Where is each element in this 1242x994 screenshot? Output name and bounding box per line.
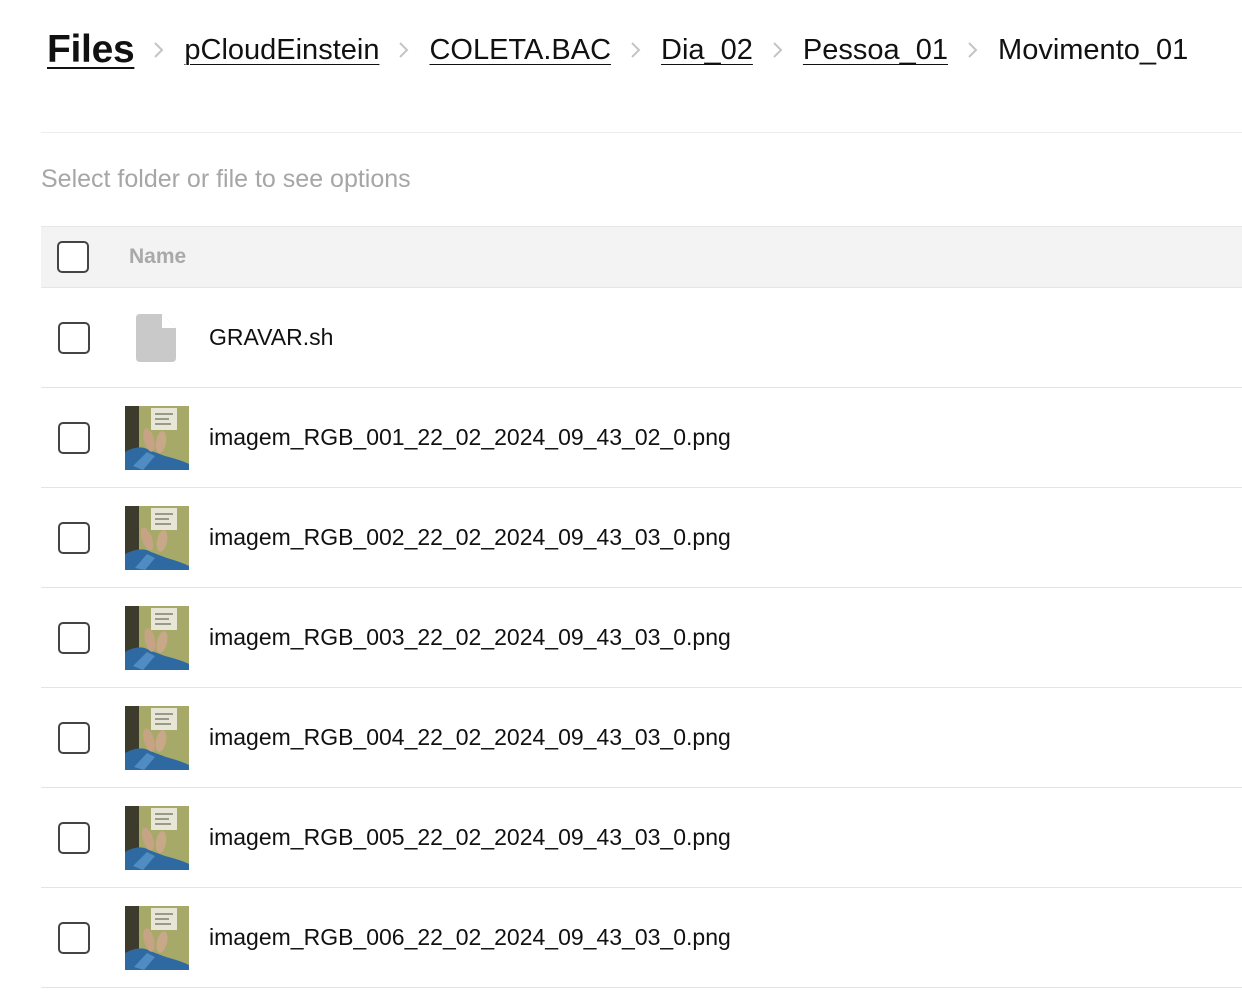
row-checkbox[interactable]: [58, 821, 90, 854]
table-row[interactable]: imagem_RGB_006_22_02_2024_09_43_03_0.png: [41, 888, 1242, 988]
image-thumbnail: [125, 505, 189, 570]
breadcrumb-item-coleta-bac[interactable]: COLETA.BAC: [429, 34, 611, 67]
breadcrumb: Files pCloudEinstein COLETA.BAC Dia_02 P…: [47, 22, 1188, 78]
row-checkbox[interactable]: [58, 621, 90, 654]
row-checkbox[interactable]: [58, 421, 90, 454]
file-table: Name GRAVAR.sh imagem_RGB_001_22_02_2024…: [41, 226, 1242, 988]
file-name[interactable]: imagem_RGB_005_22_02_2024_09_43_03_0.png: [209, 824, 731, 851]
column-header-name[interactable]: Name: [129, 245, 186, 269]
image-thumbnail: [125, 405, 189, 470]
chevron-right-icon: [134, 40, 184, 60]
options-bar: Select folder or file to see options: [41, 132, 1242, 226]
row-checkbox[interactable]: [58, 321, 90, 354]
table-row[interactable]: GRAVAR.sh: [41, 288, 1242, 388]
table-row[interactable]: imagem_RGB_004_22_02_2024_09_43_03_0.png: [41, 688, 1242, 788]
breadcrumb-item-pcloudeinstein[interactable]: pCloudEinstein: [184, 34, 379, 67]
file-icon: [125, 306, 189, 370]
chevron-right-icon: [611, 40, 661, 60]
breadcrumb-item-dia-02[interactable]: Dia_02: [661, 34, 753, 67]
table-row[interactable]: imagem_RGB_002_22_02_2024_09_43_03_0.png: [41, 488, 1242, 588]
breadcrumb-current-folder: Movimento_01: [998, 33, 1189, 66]
row-checkbox[interactable]: [58, 921, 90, 954]
table-row[interactable]: imagem_RGB_005_22_02_2024_09_43_03_0.png: [41, 788, 1242, 888]
options-hint: Select folder or file to see options: [41, 165, 411, 193]
breadcrumb-item-pessoa-01[interactable]: Pessoa_01: [803, 34, 948, 67]
table-row[interactable]: imagem_RGB_001_22_02_2024_09_43_02_0.png: [41, 388, 1242, 488]
file-name[interactable]: imagem_RGB_001_22_02_2024_09_43_02_0.png: [209, 424, 731, 451]
file-name[interactable]: imagem_RGB_004_22_02_2024_09_43_03_0.png: [209, 724, 731, 751]
file-name[interactable]: imagem_RGB_002_22_02_2024_09_43_03_0.png: [209, 524, 731, 551]
image-thumbnail: [125, 905, 189, 970]
image-thumbnail: [125, 705, 189, 770]
chevron-right-icon: [379, 40, 429, 60]
chevron-right-icon: [753, 40, 803, 60]
file-name[interactable]: GRAVAR.sh: [209, 324, 333, 351]
select-all-checkbox[interactable]: [57, 241, 89, 273]
table-row[interactable]: imagem_RGB_003_22_02_2024_09_43_03_0.png: [41, 588, 1242, 688]
row-checkbox[interactable]: [58, 521, 90, 554]
file-name[interactable]: imagem_RGB_003_22_02_2024_09_43_03_0.png: [209, 624, 731, 651]
file-name[interactable]: imagem_RGB_006_22_02_2024_09_43_03_0.png: [209, 924, 731, 951]
row-checkbox[interactable]: [58, 721, 90, 754]
breadcrumb-root-files[interactable]: Files: [47, 28, 135, 72]
image-thumbnail: [125, 805, 189, 870]
chevron-right-icon: [948, 40, 998, 60]
table-header: Name: [41, 226, 1242, 288]
file-browser-page: Files pCloudEinstein COLETA.BAC Dia_02 P…: [0, 0, 1242, 994]
image-thumbnail: [125, 605, 189, 670]
